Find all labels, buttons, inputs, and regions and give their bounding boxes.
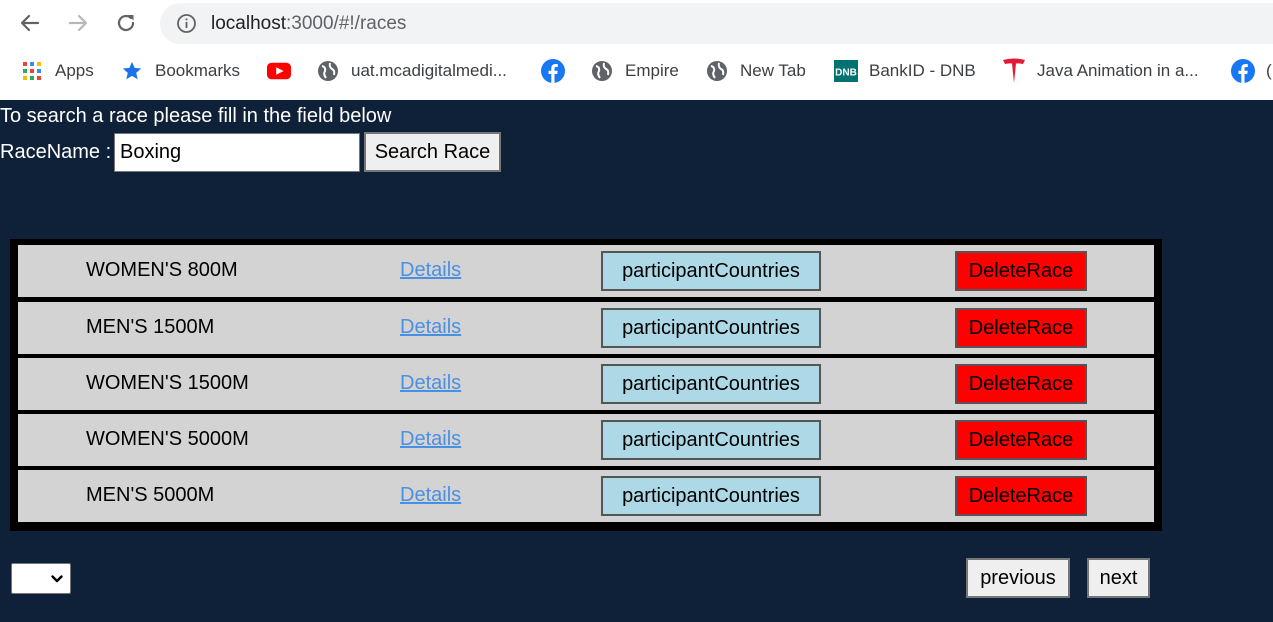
forward-arrow-icon	[68, 14, 88, 32]
race-name: WOMEN'S 800M	[86, 259, 238, 281]
globe-icon	[316, 59, 340, 83]
bookmark-empire[interactable]: Empire	[590, 58, 679, 84]
search-hint: To search a race please fill in the fiel…	[0, 105, 392, 127]
bookmark-label: Empire	[625, 61, 679, 80]
chevron-down-icon	[51, 575, 63, 583]
table-row: MEN'S 1500M Details participantCountries…	[18, 302, 1154, 354]
participant-countries-button[interactable]: participantCountries	[601, 308, 821, 348]
race-name-label: RaceName :	[0, 141, 112, 163]
bookmark-label: Bookmarks	[155, 61, 241, 80]
bookmark-java-animation[interactable]: Java Animation in a...	[1002, 58, 1199, 84]
race-name: MEN'S 5000M	[86, 484, 215, 506]
bookmark-facebook-2[interactable]: (	[1231, 58, 1272, 84]
delete-race-button[interactable]: DeleteRace	[955, 364, 1087, 404]
tesla-icon	[1002, 58, 1026, 83]
race-name: WOMEN'S 1500M	[86, 372, 249, 394]
forward-button[interactable]	[63, 8, 93, 38]
details-link[interactable]: Details	[400, 259, 461, 282]
table-row: WOMEN'S 5000M Details participantCountri…	[18, 414, 1154, 466]
next-button[interactable]: next	[1087, 558, 1150, 598]
table-row: WOMEN'S 800M Details participantCountrie…	[18, 245, 1154, 297]
bookmark-bankid-dnb[interactable]: DNB BankID - DNB	[834, 58, 976, 84]
youtube-icon	[267, 59, 291, 83]
details-link[interactable]: Details	[400, 316, 461, 339]
bookmark-uat-mcadigitalmedia[interactable]: uat.mcadigitalmedi...	[316, 58, 507, 84]
back-arrow-icon	[20, 14, 40, 32]
bookmark-new-tab[interactable]: New Tab	[705, 58, 806, 84]
bookmark-label: New Tab	[740, 61, 806, 80]
address-bar[interactable]: localhost:3000/#!/races	[160, 3, 1273, 44]
address-path: :3000/#!/races	[286, 13, 407, 34]
globe-icon	[590, 59, 614, 83]
bookmark-label: uat.mcadigitalmedi...	[351, 61, 507, 80]
bookmarks-bar: Apps Bookmarks uat.mcadigitalmedi... Emp…	[0, 47, 1273, 100]
details-link[interactable]: Details	[400, 428, 461, 451]
race-name: WOMEN'S 5000M	[86, 428, 249, 450]
participant-countries-button[interactable]: participantCountries	[601, 364, 821, 404]
svg-text:DNB: DNB	[835, 68, 857, 79]
info-icon[interactable]	[176, 13, 197, 34]
bookmark-label: Apps	[55, 61, 94, 80]
details-link[interactable]: Details	[400, 484, 461, 507]
search-race-button[interactable]: Search Race	[364, 132, 501, 172]
bookmark-apps[interactable]: Apps	[20, 58, 94, 84]
facebook-icon	[1231, 59, 1255, 83]
page-content: To search a race please fill in the fiel…	[0, 100, 1273, 622]
bookmark-label: (	[1266, 61, 1272, 80]
table-row: WOMEN'S 1500M Details participantCountri…	[18, 358, 1154, 410]
reload-button[interactable]	[111, 8, 141, 38]
address-url: localhost:3000/#!/races	[211, 13, 406, 35]
reload-icon	[117, 14, 135, 32]
table-row: MEN'S 5000M Details participantCountries…	[18, 470, 1154, 522]
delete-race-button[interactable]: DeleteRace	[955, 420, 1087, 460]
bookmark-label: Java Animation in a...	[1037, 61, 1199, 80]
back-button[interactable]	[15, 8, 45, 38]
dnb-icon: DNB	[834, 59, 858, 83]
globe-icon	[705, 59, 729, 83]
page-size-select[interactable]	[11, 563, 71, 594]
race-name: MEN'S 1500M	[86, 316, 215, 338]
delete-race-button[interactable]: DeleteRace	[955, 308, 1087, 348]
browser-toolbar: localhost:3000/#!/races	[0, 0, 1273, 47]
participant-countries-button[interactable]: participantCountries	[601, 420, 821, 460]
participant-countries-button[interactable]: participantCountries	[601, 476, 821, 516]
races-table: WOMEN'S 800M Details participantCountrie…	[10, 239, 1162, 531]
facebook-icon	[541, 59, 565, 83]
bookmark-youtube[interactable]	[267, 58, 302, 84]
bookmark-bookmarks[interactable]: Bookmarks	[120, 58, 240, 84]
details-link[interactable]: Details	[400, 372, 461, 395]
delete-race-button[interactable]: DeleteRace	[955, 476, 1087, 516]
star-icon	[120, 59, 144, 83]
race-name-input[interactable]	[114, 133, 360, 172]
delete-race-button[interactable]: DeleteRace	[955, 251, 1087, 291]
participant-countries-button[interactable]: participantCountries	[601, 251, 821, 291]
previous-button[interactable]: previous	[966, 558, 1070, 598]
address-host: localhost	[211, 13, 286, 34]
bookmark-facebook[interactable]	[541, 58, 576, 84]
bookmark-label: BankID - DNB	[869, 61, 976, 80]
apps-grid-icon	[20, 59, 44, 83]
